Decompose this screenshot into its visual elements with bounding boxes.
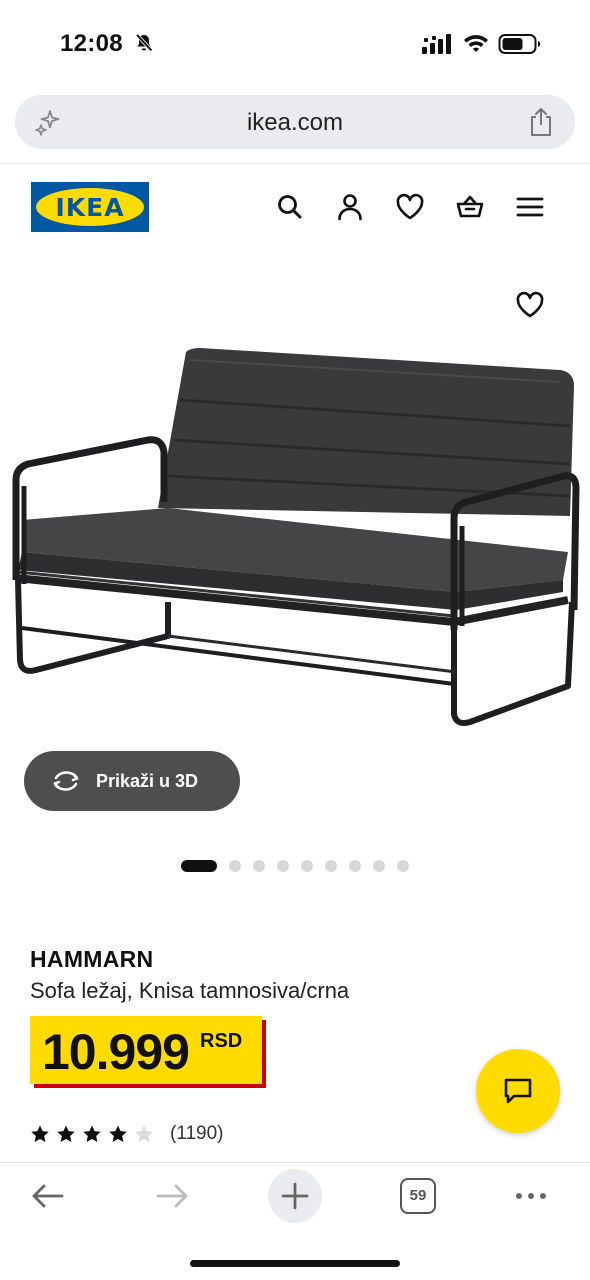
view-3d-label: Prikaži u 3D bbox=[96, 771, 199, 791]
bell-slash-icon bbox=[135, 33, 153, 52]
battery-icon bbox=[498, 34, 541, 54]
product-name[interactable]: HAMMARN bbox=[30, 946, 153, 973]
ikea-logo[interactable]: IKEA bbox=[31, 182, 149, 232]
carousel-dot[interactable] bbox=[229, 860, 241, 872]
new-tab-button[interactable] bbox=[268, 1169, 322, 1223]
menu-icon[interactable] bbox=[515, 192, 545, 222]
review-count[interactable]: (1190) bbox=[170, 1123, 224, 1145]
share-icon[interactable] bbox=[527, 106, 555, 138]
price-value: 10.999 bbox=[42, 1024, 190, 1080]
url-text[interactable]: ikea.com bbox=[15, 109, 575, 137]
back-icon[interactable] bbox=[28, 1176, 68, 1216]
logo-text: IKEA bbox=[55, 193, 125, 222]
product-rating[interactable]: (1190) bbox=[30, 1122, 224, 1146]
carousel-dot[interactable] bbox=[397, 860, 409, 872]
image-carousel-indicator[interactable] bbox=[181, 859, 409, 873]
status-bar: 12:08 bbox=[0, 0, 590, 88]
carousel-dot[interactable] bbox=[301, 860, 313, 872]
carousel-dot[interactable] bbox=[349, 860, 361, 872]
heart-icon[interactable] bbox=[395, 192, 425, 222]
carousel-dot[interactable] bbox=[181, 860, 217, 872]
star-icon bbox=[135, 1125, 153, 1142]
product-description: Sofa ležaj, Knisa tamnosiva/crna bbox=[30, 978, 350, 1003]
search-icon[interactable] bbox=[275, 192, 305, 222]
star-icon bbox=[57, 1125, 75, 1142]
basket-icon[interactable] bbox=[455, 192, 485, 222]
divider bbox=[0, 1162, 590, 1163]
address-bar[interactable]: ikea.com bbox=[15, 95, 575, 149]
wifi-icon bbox=[464, 35, 488, 52]
price-currency: RSD bbox=[200, 1030, 243, 1052]
star-icon bbox=[31, 1125, 49, 1142]
signal-icon bbox=[422, 34, 451, 54]
carousel-dot[interactable] bbox=[253, 860, 265, 872]
chat-button[interactable] bbox=[476, 1049, 560, 1133]
chat-icon bbox=[504, 1078, 532, 1104]
account-icon[interactable] bbox=[335, 192, 365, 222]
product-image[interactable] bbox=[8, 330, 582, 750]
plus-icon bbox=[281, 1182, 309, 1210]
forward-icon[interactable] bbox=[152, 1176, 192, 1216]
carousel-dot[interactable] bbox=[277, 860, 289, 872]
star-icon bbox=[109, 1125, 127, 1142]
status-time: 12:08 bbox=[60, 30, 123, 57]
rotate-3d-icon bbox=[53, 771, 79, 791]
price-tag: 10.999 RSD bbox=[30, 1016, 262, 1084]
carousel-dot[interactable] bbox=[373, 860, 385, 872]
home-indicator bbox=[190, 1260, 400, 1267]
tabs-button[interactable]: 59 bbox=[400, 1178, 436, 1214]
divider bbox=[0, 163, 590, 164]
more-icon[interactable] bbox=[511, 1176, 551, 1216]
add-to-wishlist-icon[interactable] bbox=[515, 291, 545, 319]
view-3d-button[interactable]: Prikaži u 3D bbox=[24, 751, 240, 811]
carousel-dot[interactable] bbox=[325, 860, 337, 872]
star-icon bbox=[83, 1125, 101, 1142]
